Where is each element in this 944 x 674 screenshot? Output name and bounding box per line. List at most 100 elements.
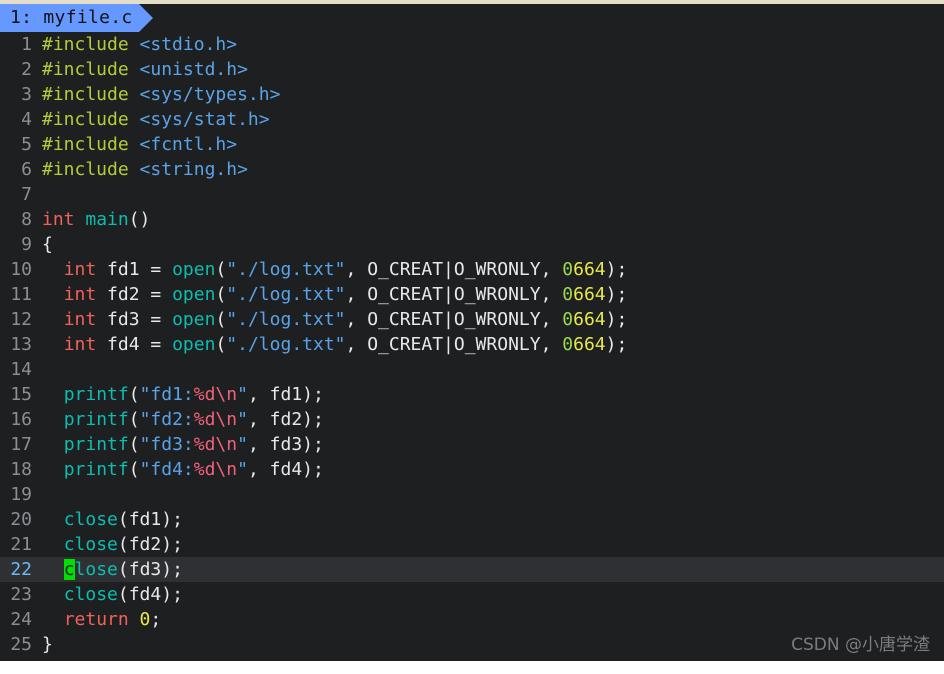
- code-token: "./log.txt": [226, 309, 346, 330]
- code-token: printf: [63, 384, 129, 405]
- code-token: fd2: [269, 409, 303, 430]
- code-line[interactable]: 19: [0, 482, 944, 507]
- code-token: 0: [562, 284, 574, 305]
- code-token: "./log.txt": [226, 284, 346, 305]
- code-line[interactable]: 24 return 0;: [0, 607, 944, 632]
- code-line[interactable]: 20 close(fd1);: [0, 507, 944, 532]
- code-line-text: #include <fcntl.h>: [40, 132, 944, 157]
- code-token: printf: [63, 434, 129, 455]
- code-token: );: [161, 559, 183, 580]
- line-number: 1: [21, 34, 32, 55]
- code-token: %d\n: [193, 434, 238, 455]
- code-line-text: printf("fd3:%d\n", fd3);: [40, 432, 944, 457]
- code-line[interactable]: 11 int fd2 = open("./log.txt", O_CREAT|O…: [0, 282, 944, 307]
- code-token: <sys/types.h>: [139, 84, 281, 105]
- code-token: <fcntl.h>: [139, 134, 238, 155]
- code-token: fd1: [128, 509, 162, 530]
- code-token: =: [150, 259, 173, 280]
- code-token: open: [172, 284, 216, 305]
- code-line-text: int fd3 = open("./log.txt", O_CREAT|O_WR…: [40, 307, 944, 332]
- code-token: ": [237, 459, 248, 480]
- line-number: 4: [21, 109, 32, 130]
- line-number: 8: [21, 209, 32, 230]
- line-number: 11: [10, 284, 32, 305]
- code-token: open: [172, 334, 216, 355]
- code-line[interactable]: 22 close(fd3);: [0, 557, 944, 582]
- code-line[interactable]: 23 close(fd4);: [0, 582, 944, 607]
- code-token: fd2: [128, 534, 162, 555]
- code-token: printf: [63, 459, 129, 480]
- code-line[interactable]: 5 #include <fcntl.h>: [0, 132, 944, 157]
- code-token: );: [302, 384, 324, 405]
- code-token: );: [605, 259, 628, 280]
- code-line-text: printf("fd2:%d\n", fd2);: [40, 407, 944, 432]
- line-number: 23: [10, 584, 32, 605]
- line-number: 16: [10, 409, 32, 430]
- code-line[interactable]: 1 #include <stdio.h>: [0, 32, 944, 57]
- code-line[interactable]: 6 #include <string.h>: [0, 157, 944, 182]
- code-token: <unistd.h>: [139, 59, 248, 80]
- code-token: , O_CREAT|O_WRONLY,: [345, 309, 563, 330]
- code-token: fd1: [269, 384, 303, 405]
- line-number: 5: [21, 134, 32, 155]
- code-line[interactable]: 25}: [0, 632, 944, 657]
- code-token: );: [605, 309, 628, 330]
- code-line[interactable]: 7: [0, 182, 944, 207]
- code-line[interactable]: 3 #include <sys/types.h>: [0, 82, 944, 107]
- line-number: 24: [10, 609, 32, 630]
- code-token: 664: [573, 259, 606, 280]
- code-token: fd4: [269, 459, 303, 480]
- code-line[interactable]: 15 printf("fd1:%d\n", fd1);: [0, 382, 944, 407]
- code-line[interactable]: 21 close(fd2);: [0, 532, 944, 557]
- code-line[interactable]: 18 printf("fd4:%d\n", fd4);: [0, 457, 944, 482]
- line-number: 22: [10, 559, 32, 580]
- code-token: );: [605, 284, 628, 305]
- code-line[interactable]: 17 printf("fd3:%d\n", fd3);: [0, 432, 944, 457]
- code-token: %d\n: [193, 384, 238, 405]
- code-token: , O_CREAT|O_WRONLY,: [345, 334, 563, 355]
- code-editor-area[interactable]: 1 #include <stdio.h> 2 #include <unistd.h> 3…: [0, 32, 944, 657]
- code-token: open: [172, 259, 216, 280]
- code-line[interactable]: 14: [0, 357, 944, 382]
- code-token: open: [172, 309, 216, 330]
- code-line-text: #include <sys/types.h>: [40, 82, 944, 107]
- code-token: #include: [42, 159, 140, 180]
- code-line[interactable]: 12 int fd3 = open("./log.txt", O_CREAT|O…: [0, 307, 944, 332]
- code-token: close: [63, 534, 118, 555]
- code-token: =: [150, 334, 173, 355]
- code-token: );: [302, 434, 324, 455]
- code-line-text: int fd1 = open("./log.txt", O_CREAT|O_WR…: [40, 257, 944, 282]
- code-token: "./log.txt": [226, 334, 346, 355]
- code-line[interactable]: 2 #include <unistd.h>: [0, 57, 944, 82]
- code-line[interactable]: 4 #include <sys/stat.h>: [0, 107, 944, 132]
- code-line-text: #include <string.h>: [40, 157, 944, 182]
- code-line-text: close(fd3);: [40, 557, 944, 582]
- code-token: (: [117, 559, 129, 580]
- code-token: =: [150, 309, 173, 330]
- code-token: int: [42, 209, 86, 230]
- tab-myfile-c[interactable]: 1: myfile.c: [0, 4, 152, 32]
- code-line[interactable]: 13 int fd4 = open("./log.txt", O_CREAT|O…: [0, 332, 944, 357]
- code-token: <sys/stat.h>: [139, 109, 270, 130]
- line-number: 2: [21, 59, 32, 80]
- code-token: );: [605, 334, 628, 355]
- code-line-text: printf("fd4:%d\n", fd4);: [40, 457, 944, 482]
- code-token: int: [63, 284, 108, 305]
- code-token: #include: [42, 34, 140, 55]
- text-cursor: c: [63, 559, 75, 580]
- code-token: (): [128, 209, 151, 230]
- code-token: "fd1:: [139, 384, 194, 405]
- code-line-text: int main(): [40, 207, 944, 232]
- code-line[interactable]: 8 int main(): [0, 207, 944, 232]
- code-line-text: close(fd4);: [40, 582, 944, 607]
- code-line[interactable]: 10 int fd1 = open("./log.txt", O_CREAT|O…: [0, 257, 944, 282]
- code-line[interactable]: 9{: [0, 232, 944, 257]
- code-line[interactable]: 16 printf("fd2:%d\n", fd2);: [0, 407, 944, 432]
